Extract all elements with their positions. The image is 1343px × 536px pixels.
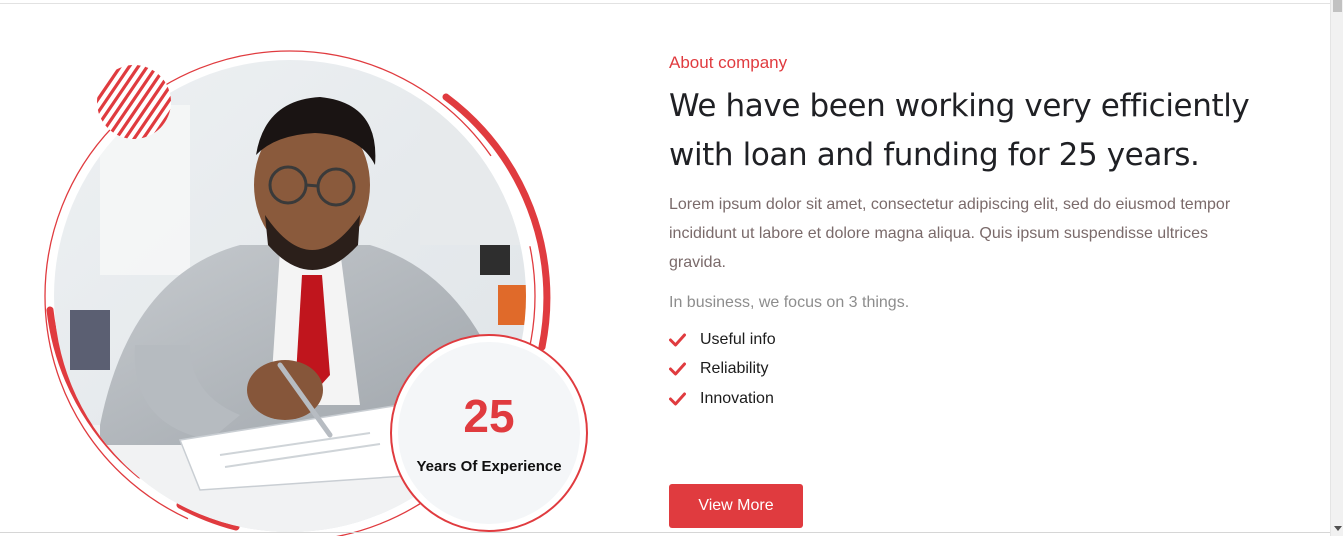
focus-checklist: Useful info Reliability Innovation — [669, 325, 1289, 414]
list-item: Useful info — [669, 325, 1289, 355]
about-visual: 25 Years Of Experience — [40, 45, 600, 536]
check-icon — [669, 362, 686, 376]
section-description: Lorem ipsum dolor sit amet, consectetur … — [669, 196, 1231, 271]
experience-label: Years Of Experience — [416, 458, 562, 475]
list-item: Reliability — [669, 355, 1289, 385]
check-icon — [669, 392, 686, 406]
view-more-button[interactable]: View More — [669, 484, 803, 528]
focus-statement: In business, we focus on 3 things. — [669, 294, 910, 311]
bottom-divider — [0, 532, 1330, 533]
vertical-scrollbar[interactable] — [1330, 0, 1343, 536]
top-divider — [0, 3, 1330, 4]
scroll-down-arrow-icon[interactable] — [1334, 526, 1342, 531]
checklist-label: Useful info — [700, 330, 776, 348]
about-content: About company We have been working very … — [669, 50, 1289, 414]
section-eyebrow: About company — [669, 53, 788, 72]
checklist-label: Reliability — [700, 360, 769, 378]
check-icon — [669, 333, 686, 347]
scrollbar-thumb[interactable] — [1333, 0, 1342, 12]
experience-badge: 25 Years Of Experience — [389, 338, 589, 528]
list-item: Innovation — [669, 384, 1289, 414]
checklist-label: Innovation — [700, 389, 774, 407]
section-headline: We have been working very efficiently wi… — [669, 88, 1250, 173]
experience-number: 25 — [463, 390, 515, 442]
